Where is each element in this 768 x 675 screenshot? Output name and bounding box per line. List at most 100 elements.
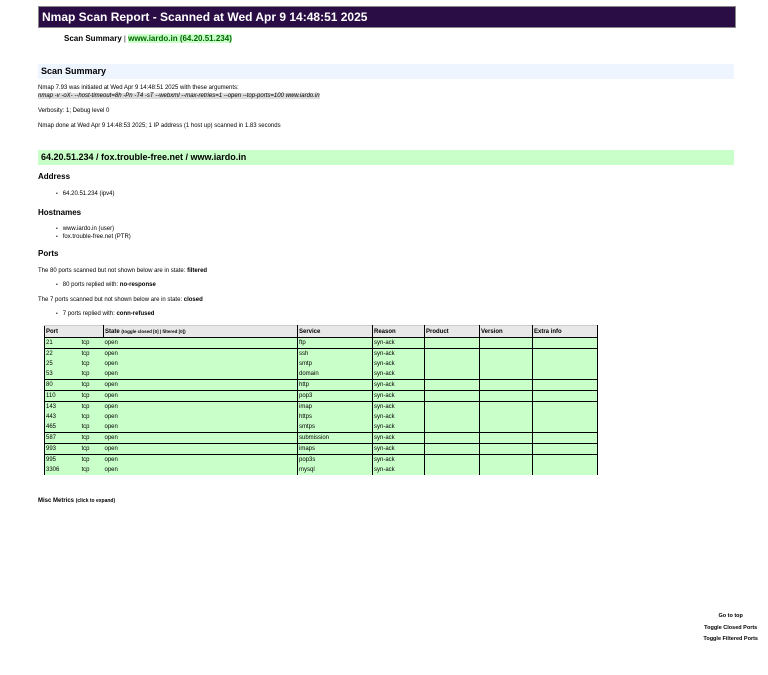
product-cell (424, 412, 480, 422)
state-label: State (105, 328, 120, 335)
port-cell: 587 (44, 432, 81, 444)
reason-cell: syn-ack (372, 412, 425, 422)
state-cell: open (103, 369, 298, 380)
protocol-cell: tcp (80, 348, 104, 359)
reason-cell: syn-ack (372, 401, 425, 412)
closed-state: closed (183, 297, 203, 303)
service-cell: imap (297, 401, 373, 412)
port-row: 3306 tcp open mysql syn-ack (44, 465, 598, 475)
closed-text: The 7 ports scanned but not shown below … (38, 297, 184, 303)
closed-reason-item: 7 ports replied with: conn-refused (56, 310, 155, 318)
product-cell (424, 454, 480, 465)
nav-host-link[interactable]: www.iardo.in (64.20.51.234) (128, 34, 232, 43)
port-row: 443 tcp open https syn-ack (44, 412, 598, 422)
port-cell: 443 (44, 412, 81, 422)
toggle-filtered-ports-link[interactable]: Toggle Filtered Ports (703, 634, 758, 646)
reason-value: no-response (119, 282, 156, 288)
extra-info-cell (532, 443, 598, 455)
protocol-cell: tcp (80, 359, 104, 369)
go-to-top-link[interactable]: Go to top (703, 611, 758, 623)
hostname-item: www.iardo.in (user) (56, 225, 131, 233)
service-cell: pop3 (297, 390, 373, 402)
nav-scan-summary-link[interactable]: Scan Summary (64, 34, 122, 43)
service-cell: domain (297, 369, 373, 380)
product-cell (424, 369, 480, 380)
port-row: 25 tcp open smtp syn-ack (44, 359, 598, 369)
hostnames-heading: Hostnames (38, 208, 82, 217)
reason-cell: syn-ack (372, 443, 425, 455)
state-cell: open (103, 379, 298, 391)
filtered-reasons: 80 ports replied with: no-response (56, 281, 156, 289)
initiated-text: Nmap 7.93 was initiated at Wed Apr 9 14:… (38, 85, 239, 91)
version-cell (479, 390, 533, 402)
extra-info-cell (532, 465, 598, 475)
extra-info-cell (532, 412, 598, 422)
version-cell (479, 337, 533, 349)
host-heading: 64.20.51.234 / fox.trouble-free.net / ww… (38, 150, 734, 165)
port-cell: 465 (44, 422, 81, 433)
reason-cell: syn-ack (372, 369, 425, 380)
protocol-cell: tcp (80, 432, 104, 444)
extra-info-cell (532, 348, 598, 359)
verbosity-text: Verbosity: 1; Debug level 0 (38, 108, 110, 114)
col-reason: Reason (372, 325, 425, 338)
port-row: 465 tcp open smtps syn-ack (44, 422, 598, 433)
extra-info-cell (532, 390, 598, 402)
reason-value: conn-refused (116, 311, 155, 317)
reason-cell: syn-ack (372, 454, 425, 465)
command-line: nmap -v -oX- --host-timeout=8h -Pn -T4 -… (38, 93, 320, 99)
state-cell: open (103, 390, 298, 402)
port-row: 53 tcp open domain syn-ack (44, 369, 598, 380)
protocol-cell: tcp (80, 422, 104, 433)
port-cell: 25 (44, 359, 81, 369)
hostname-item: fox.trouble-free.net (PTR) (56, 233, 131, 241)
closed-summary: The 7 ports scanned but not shown below … (38, 297, 203, 303)
state-cell: open (103, 454, 298, 465)
extra-info-cell (532, 359, 598, 369)
reason-cell: syn-ack (372, 432, 425, 444)
product-cell (424, 432, 480, 444)
port-row: 21 tcp open ftp syn-ack (44, 337, 598, 349)
service-cell: smtp (297, 359, 373, 369)
service-cell: https (297, 412, 373, 422)
product-cell (424, 337, 480, 349)
port-cell: 143 (44, 401, 81, 412)
filtered-summary: The 80 ports scanned but not shown below… (38, 268, 207, 274)
extra-info-cell (532, 369, 598, 380)
version-cell (479, 401, 533, 412)
col-extra-info: Extra info (532, 325, 598, 338)
filtered-reason-item: 80 ports replied with: no-response (56, 281, 156, 289)
protocol-cell: tcp (80, 443, 104, 455)
reason-cell: syn-ack (372, 379, 425, 391)
version-cell (479, 465, 533, 475)
state-cell: open (103, 465, 298, 475)
toggle-closed-filtered-link[interactable]: (toggle closed [0] | filtered [0]) (121, 329, 185, 334)
port-cell: 80 (44, 379, 81, 391)
port-cell: 22 (44, 348, 81, 359)
version-cell (479, 348, 533, 359)
service-cell: pop3s (297, 454, 373, 465)
service-cell: imaps (297, 443, 373, 455)
toggle-closed-ports-link[interactable]: Toggle Closed Ports (703, 623, 758, 635)
misc-metrics-toggle[interactable]: Misc Metrics (click to expand) (38, 498, 115, 504)
product-cell (424, 348, 480, 359)
state-cell: open (103, 401, 298, 412)
reason-text: 7 ports replied with: (62, 311, 117, 317)
closed-reasons: 7 ports replied with: conn-refused (56, 310, 155, 318)
ports-heading: Ports (38, 249, 59, 258)
scan-summary-heading: Scan Summary (38, 64, 734, 79)
extra-info-cell (532, 422, 598, 433)
port-row: 22 tcp open ssh syn-ack (44, 348, 598, 359)
address-item: 64.20.51.234 (ipv4) (56, 190, 115, 198)
service-cell: mysql (297, 465, 373, 475)
port-cell: 53 (44, 369, 81, 380)
extra-info-cell (532, 379, 598, 391)
state-cell: open (103, 443, 298, 455)
protocol-cell: tcp (80, 369, 104, 380)
extra-info-cell (532, 454, 598, 465)
extra-info-cell (532, 401, 598, 412)
col-state: State (toggle closed [0] | filtered [0]) (103, 325, 298, 338)
product-cell (424, 379, 480, 391)
protocol-cell: tcp (80, 379, 104, 391)
ports-table: Port State (toggle closed [0] | filtered… (44, 325, 598, 475)
